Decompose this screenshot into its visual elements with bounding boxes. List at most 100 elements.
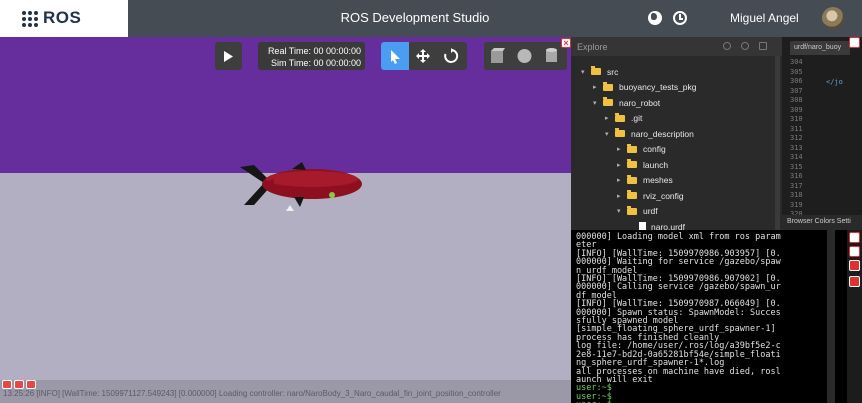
box-shape-icon[interactable] bbox=[490, 48, 505, 64]
explorer-header: Explore bbox=[571, 37, 782, 56]
terminal-shell[interactable]: 000000] Loading model xml from ros param… bbox=[571, 230, 847, 403]
play-icon bbox=[224, 50, 233, 62]
search-icon[interactable] bbox=[723, 42, 731, 50]
folder-icon bbox=[627, 205, 637, 215]
tree-item[interactable]: ▸ meshes bbox=[617, 173, 673, 188]
add-terminal-icon[interactable] bbox=[849, 276, 860, 287]
terminal-line: aunch will exit bbox=[576, 374, 653, 385]
code-editor[interactable]: urdf/naro_buoy 304 305 306 307 308 309 310 311 3… bbox=[782, 37, 862, 230]
explorer-title: Explore bbox=[577, 42, 608, 52]
terminal-menu-icon[interactable] bbox=[849, 260, 860, 271]
close-editor-icon[interactable] bbox=[849, 37, 860, 48]
cursor-arrow-icon bbox=[391, 50, 400, 64]
maximize-terminal-icon[interactable] bbox=[849, 246, 860, 257]
chevron-down-icon[interactable]: ▾ bbox=[605, 130, 615, 138]
status-square-icon[interactable] bbox=[14, 380, 24, 389]
view-tools bbox=[381, 42, 467, 70]
rotate-tool-icon[interactable] bbox=[443, 48, 459, 64]
chevron-right-icon[interactable]: ▸ bbox=[617, 145, 627, 153]
chevron-down-icon[interactable]: ▾ bbox=[593, 99, 603, 107]
settings-icon[interactable] bbox=[741, 42, 749, 50]
folder-icon bbox=[615, 128, 625, 137]
select-tool-button[interactable] bbox=[381, 42, 409, 70]
status-record-icon[interactable] bbox=[26, 380, 36, 389]
tree-item-label: meshes bbox=[643, 175, 673, 185]
tree-item[interactable]: ▾ urdf bbox=[617, 204, 658, 219]
sim-time-display: Real Time: 00 00:00:00 Sim Time: 00 00:0… bbox=[258, 42, 365, 70]
tree-item[interactable]: ▸ rviz_config bbox=[617, 188, 684, 203]
avatar[interactable] bbox=[822, 7, 844, 29]
line-number: 308 bbox=[790, 96, 803, 104]
folder-icon bbox=[627, 159, 637, 168]
chevron-right-icon[interactable]: ▸ bbox=[617, 161, 627, 169]
tree-item-label: naro.urdf bbox=[651, 221, 686, 231]
tree-item[interactable]: ▸ config bbox=[617, 142, 666, 157]
gazebo-viewport[interactable]: Real Time: 00 00:00:00 Sim Time: 00 00:0… bbox=[0, 37, 571, 403]
line-number: 316 bbox=[790, 172, 803, 180]
line-number: 310 bbox=[790, 115, 803, 123]
terminal-scrollbar[interactable] bbox=[827, 230, 835, 403]
line-number: 312 bbox=[790, 134, 803, 142]
folder-icon bbox=[627, 190, 637, 199]
line-number: 305 bbox=[790, 67, 803, 76]
chevron-right-icon[interactable]: ▸ bbox=[605, 114, 615, 122]
tree-item[interactable]: ▾ naro_description bbox=[605, 126, 694, 141]
line-numbers: 304 305 306 307 308 309 310 311 312 313 314 315 316 3… bbox=[790, 58, 803, 220]
status-error-icon[interactable] bbox=[2, 380, 12, 389]
tree-item[interactable]: ▸ buoyancy_tests_pkg bbox=[593, 80, 697, 95]
line-number: 311 bbox=[790, 124, 803, 133]
real-time-label: Real Time: 00 00:00:00 bbox=[267, 46, 361, 56]
logo-text: ROS bbox=[43, 7, 82, 27]
terminal-output: 000000] Loading model xml from ros param… bbox=[576, 233, 844, 403]
chevron-right-icon[interactable]: ▸ bbox=[617, 192, 627, 200]
line-number: 304 bbox=[790, 58, 803, 66]
ros-development-studio: ROS ROS Development Studio Miguel Angel … bbox=[0, 0, 862, 403]
editor-footer-tabs[interactable]: Browser Colors Setti bbox=[782, 215, 862, 230]
tree-item-label: naro_description bbox=[631, 128, 694, 139]
cylinder-shape-icon[interactable] bbox=[544, 48, 559, 64]
tree-item-label: launch bbox=[643, 159, 669, 170]
explorer-scrollbar[interactable] bbox=[775, 56, 780, 230]
user-name[interactable]: Miguel Angel bbox=[730, 11, 799, 25]
code-snippet: </jo bbox=[826, 78, 843, 86]
line-number: 315 bbox=[790, 162, 803, 171]
translate-tool-icon[interactable] bbox=[415, 48, 431, 64]
top-header: ROS ROS Development Studio Miguel Angel bbox=[0, 0, 862, 37]
tree-item[interactable]: ▾ src bbox=[581, 64, 618, 79]
folder-icon bbox=[627, 174, 637, 184]
chevron-down-icon[interactable]: ▾ bbox=[581, 68, 591, 76]
tree-item[interactable]: ▸ .git bbox=[605, 111, 642, 126]
file-icon bbox=[639, 222, 646, 230]
tree-item[interactable]: naro.urdf bbox=[629, 219, 685, 230]
sphere-shape-icon[interactable] bbox=[517, 48, 532, 64]
chevron-right-icon[interactable]: ▸ bbox=[617, 176, 627, 184]
ros-logo[interactable]: ROS bbox=[0, 0, 128, 37]
line-number: 306 bbox=[790, 77, 803, 85]
terminal-prompt: user:~$ bbox=[576, 391, 612, 402]
chevron-down-icon[interactable]: ▾ bbox=[617, 207, 627, 215]
terminal-side-buttons bbox=[847, 230, 862, 403]
close-terminal-icon[interactable] bbox=[849, 232, 860, 243]
tree-item-label: rviz_config bbox=[643, 190, 684, 201]
line-number: 314 bbox=[790, 153, 803, 161]
tree-item-label: buoyancy_tests_pkg bbox=[619, 82, 697, 92]
tree-item-label: urdf bbox=[643, 206, 658, 216]
close-viewport-icon[interactable]: × bbox=[561, 38, 571, 48]
tree-item[interactable]: ▸ launch bbox=[617, 157, 668, 172]
logo-dots-icon bbox=[22, 10, 38, 27]
chevron-right-icon[interactable]: ▸ bbox=[593, 83, 603, 91]
line-number: 309 bbox=[790, 105, 803, 114]
terminal-line: 000000] Loading model xml from ros param bbox=[576, 232, 781, 242]
line-number: 319 bbox=[790, 200, 803, 209]
robot-fish-model[interactable] bbox=[240, 159, 365, 211]
editor-tab[interactable]: urdf/naro_buoy bbox=[790, 41, 850, 55]
status-log-text: 13:25:26 [INFO] [WallTime: 1509971127.54… bbox=[3, 389, 501, 398]
sim-time-label: Sim Time: 00 00:00:00 bbox=[270, 58, 361, 68]
globe-icon[interactable] bbox=[648, 11, 662, 25]
lock-icon[interactable] bbox=[759, 42, 767, 50]
play-button[interactable] bbox=[215, 42, 242, 70]
tree-item-label: naro_robot bbox=[619, 97, 661, 108]
tree-item[interactable]: ▾ naro_robot bbox=[593, 95, 660, 110]
clock-icon[interactable] bbox=[673, 11, 687, 25]
folder-icon bbox=[603, 97, 613, 106]
